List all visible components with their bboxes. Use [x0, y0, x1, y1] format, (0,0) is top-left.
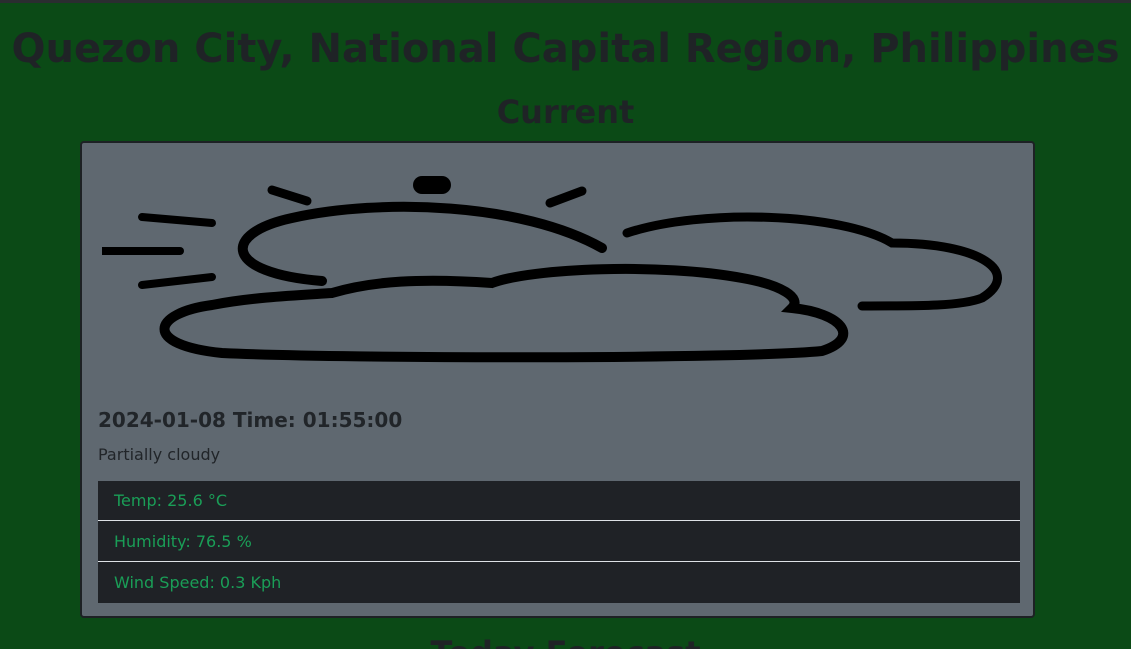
current-date-time: 2024-01-08 Time: 01:55:00: [98, 408, 403, 432]
weather-condition: Partially cloudy: [98, 445, 221, 464]
today-forecast-heading: Today Forecast: [0, 633, 1131, 649]
location-title: Quezon City, National Capital Region, Ph…: [11, 26, 1120, 72]
weather-stats-list: Temp: 25.6 °C Humidity: 76.5 % Wind Spee…: [98, 481, 1020, 603]
wind-speed-stat: Wind Speed: 0.3 Kph: [98, 562, 1020, 603]
partly-cloudy-icon: [102, 176, 1002, 363]
current-heading: Current: [496, 93, 635, 131]
current-weather-card: 2024-01-08 Time: 01:55:00 Partially clou…: [80, 141, 1035, 618]
humidity-stat: Humidity: 76.5 %: [98, 521, 1020, 562]
temperature-stat: Temp: 25.6 °C: [98, 481, 1020, 521]
